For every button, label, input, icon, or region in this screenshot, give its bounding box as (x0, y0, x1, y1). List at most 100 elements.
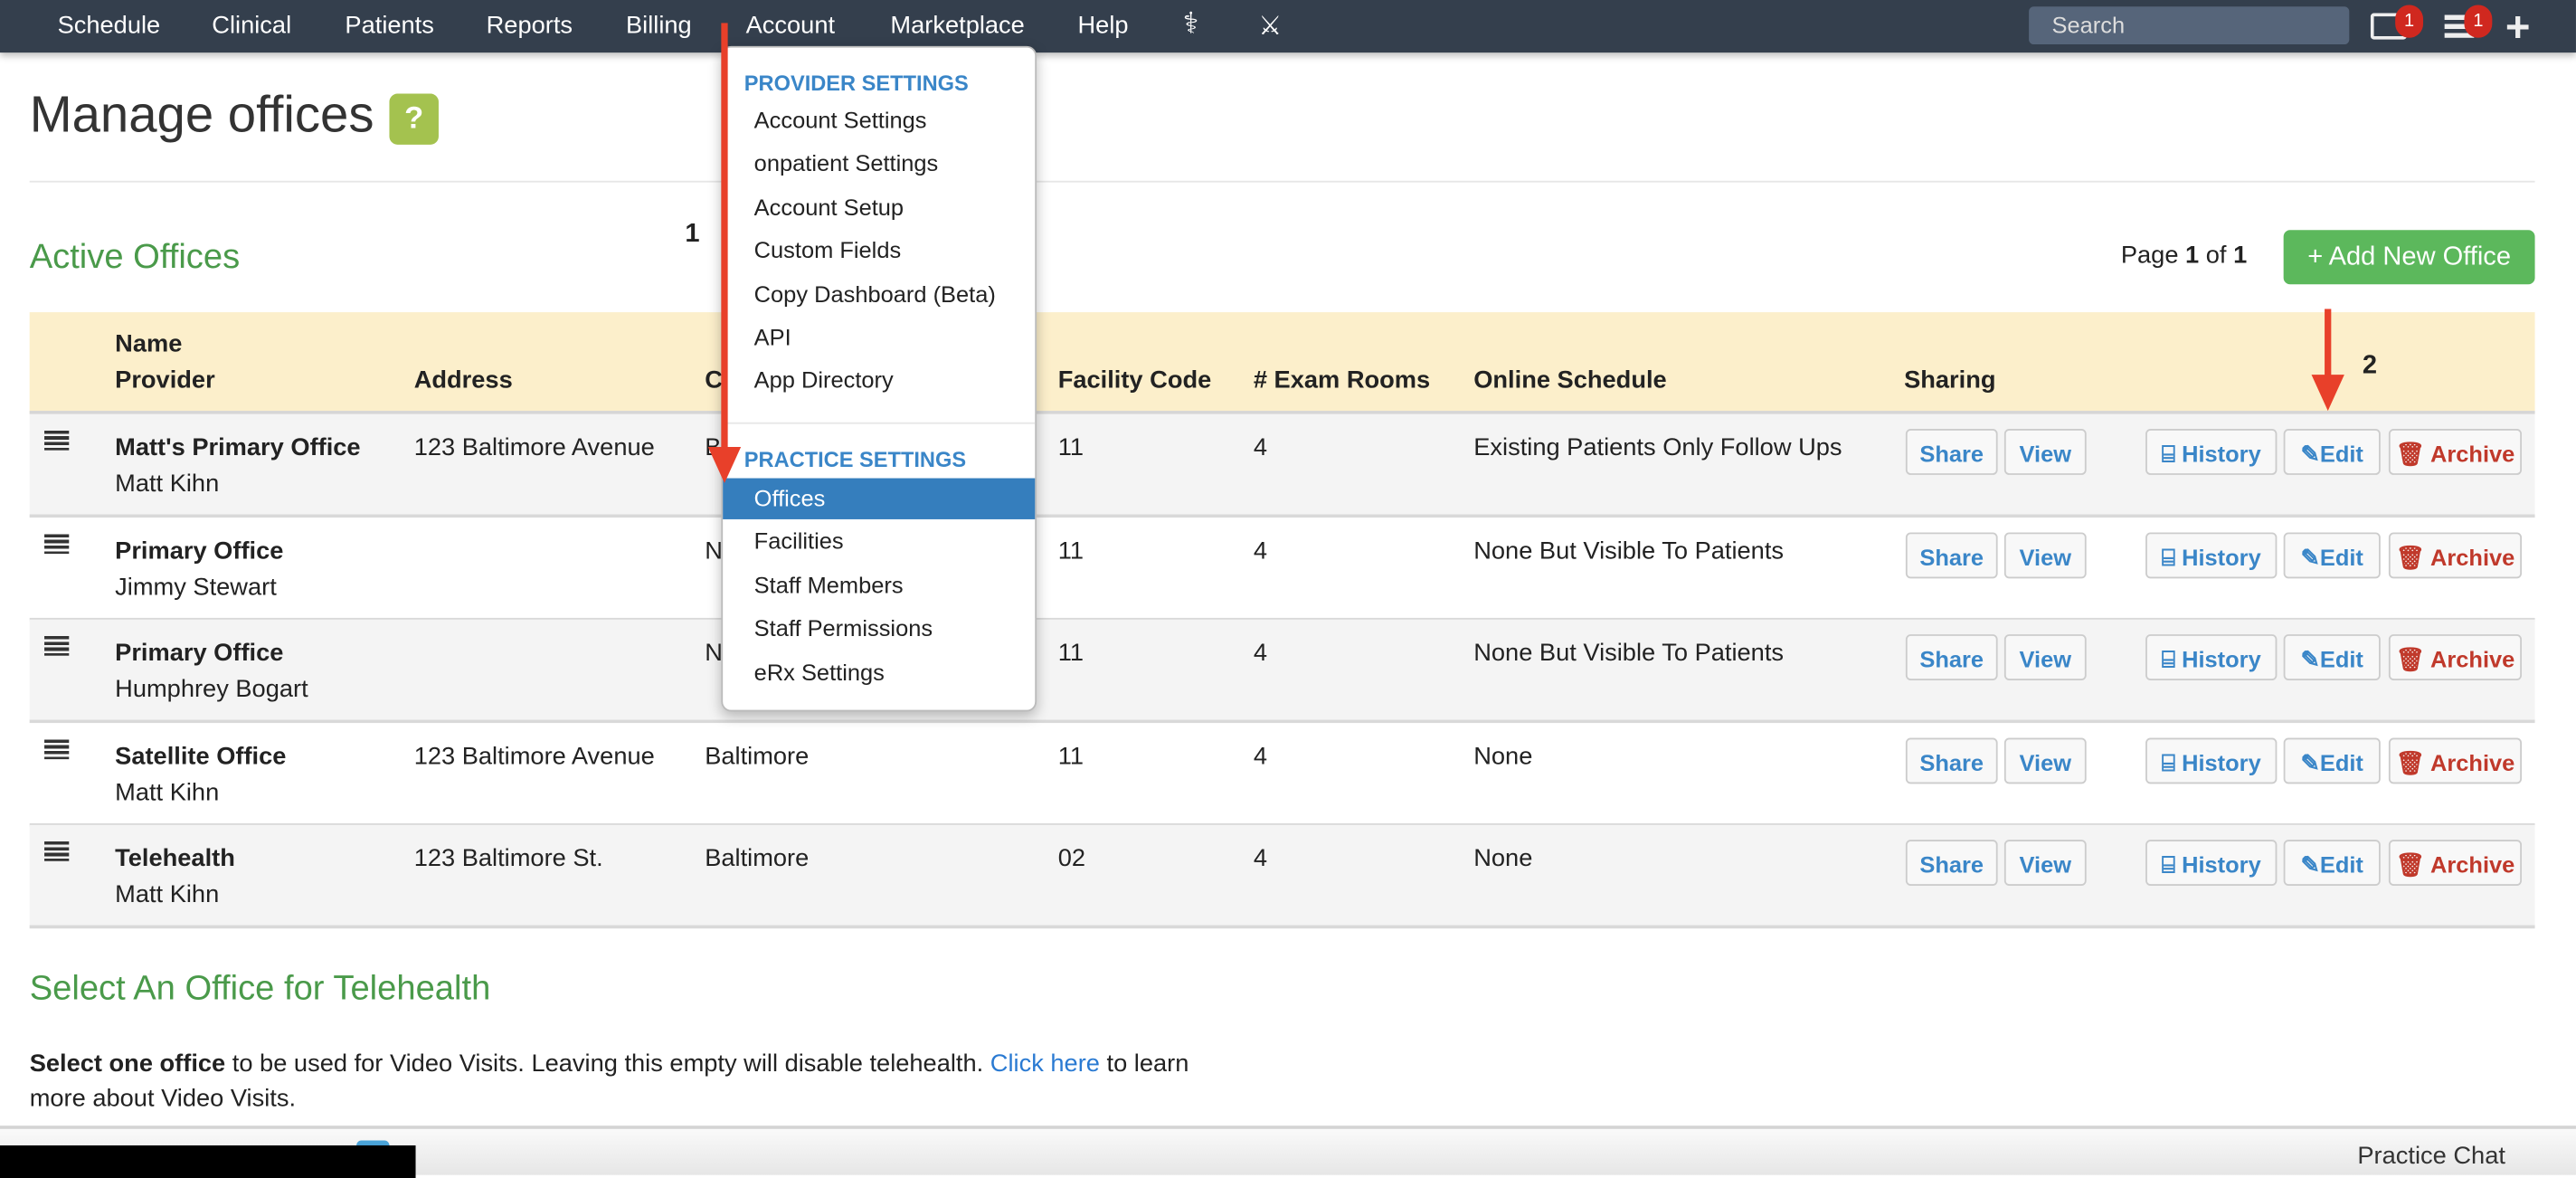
nav-account[interactable]: Account (746, 12, 835, 40)
history-button[interactable]: ⌸ History (2145, 840, 2278, 887)
edit-button[interactable]: ✎Edit (2283, 531, 2381, 578)
cell-name: Matt's Primary Office (115, 433, 361, 462)
drag-handle-list-icon[interactable] (44, 533, 70, 554)
history-label: History (2182, 851, 2261, 879)
pagination: Page 1 of 1 (2121, 242, 2247, 270)
nav-marketplace[interactable]: Marketplace (890, 12, 1024, 40)
cell-provider: Matt Kihn (115, 881, 220, 910)
plus-icon[interactable]: + (2505, 5, 2531, 47)
telehealth-description: Select one office to be used for Video V… (30, 1047, 1213, 1116)
archive-label: Archive (2430, 748, 2515, 775)
edit-button[interactable]: ✎Edit (2283, 737, 2381, 784)
arrow-2-head (2311, 375, 2344, 412)
cell-exam-rooms: 4 (1253, 639, 1267, 668)
drag-handle-list-icon[interactable] (44, 841, 70, 862)
menu-item-api[interactable]: API (723, 318, 1035, 358)
cell-city: N (705, 537, 723, 565)
arrow-1-head (707, 447, 742, 483)
menu-item-account-setup[interactable]: Account Setup (723, 187, 1035, 228)
edit-button[interactable]: ✎Edit (2283, 634, 2381, 681)
menu-item-app-directory[interactable]: App Directory (723, 360, 1035, 401)
drag-handle-list-icon[interactable] (44, 636, 70, 657)
archive-button[interactable]: 🗑︎ Archive (2388, 429, 2523, 475)
share-button[interactable]: Share (1905, 840, 1998, 887)
pencil-icon: ✎ (2300, 440, 2320, 467)
share-button[interactable]: Share (1905, 634, 1998, 681)
share-button[interactable]: Share (1905, 531, 1998, 578)
menu-item-offices[interactable]: Offices (723, 478, 1036, 519)
view-button[interactable]: View (2003, 634, 2087, 681)
pagination-prefix: Page (2120, 241, 2186, 270)
help-button[interactable]: ? (389, 93, 439, 145)
menu-item-copy-dashboard-beta[interactable]: Copy Dashboard (Beta) (723, 274, 1035, 315)
archive-label: Archive (2430, 543, 2515, 570)
add-new-office-button[interactable]: + Add New Office (2283, 230, 2535, 285)
menu-item-erx-settings[interactable]: eRx Settings (723, 651, 1035, 692)
share-button[interactable]: Share (1905, 737, 1998, 784)
nav-billing[interactable]: Billing (626, 12, 692, 40)
menu-item-account-settings[interactable]: Account Settings (723, 100, 1035, 141)
nav-schedule[interactable]: Schedule (58, 12, 161, 40)
menu-item-onpatient-settings[interactable]: onpatient Settings (723, 144, 1035, 185)
archive-button[interactable]: 🗑︎ Archive (2388, 840, 2523, 887)
history-label: History (2182, 543, 2261, 570)
menu-item-staff-permissions[interactable]: Staff Permissions (723, 608, 1035, 649)
share-button[interactable]: Share (1905, 429, 1998, 475)
caduceus-icon[interactable]: ⚕ (1183, 6, 1199, 41)
nav-reports[interactable]: Reports (487, 12, 573, 40)
menu-item-custom-fields[interactable]: Custom Fields (723, 231, 1035, 271)
cell-city: Baltimore (705, 845, 810, 874)
scissors-icon[interactable]: ⚔ (1258, 10, 1282, 43)
top-nav: Schedule Clinical Patients Reports Billi… (0, 0, 2576, 53)
pagination-total: 1 (2233, 241, 2248, 270)
history-button[interactable]: ⌸ History (2145, 429, 2278, 475)
history-button[interactable]: ⌸ History (2145, 737, 2278, 784)
annotation-label-1: 1 (685, 220, 700, 249)
view-button[interactable]: View (2003, 429, 2087, 475)
divider (29, 180, 2535, 183)
trash-icon: 🗑︎ (2395, 748, 2431, 775)
nav-clinical[interactable]: Clinical (212, 12, 291, 40)
archive-button[interactable]: 🗑︎ Archive (2388, 531, 2523, 578)
table-row: Matt's Primary Office 123 Baltimore Avenu… (29, 413, 2535, 518)
drag-handle-list-icon[interactable] (44, 738, 70, 759)
edit-button[interactable]: ✎Edit (2283, 840, 2381, 887)
archive-button[interactable]: 🗑︎ Archive (2388, 634, 2523, 681)
hdd-icon: ⌸ (2161, 851, 2183, 879)
archive-label: Archive (2430, 440, 2515, 467)
history-button[interactable]: ⌸ History (2145, 531, 2278, 578)
dropdown-divider (723, 422, 1036, 424)
click-here-link[interactable]: Click here (990, 1050, 1100, 1078)
trash-icon: 🗑︎ (2395, 440, 2431, 467)
archive-button[interactable]: 🗑︎ Archive (2388, 737, 2523, 784)
view-button[interactable]: View (2003, 737, 2087, 784)
hdd-icon: ⌸ (2161, 748, 2183, 775)
cell-exam-rooms: 4 (1253, 742, 1267, 771)
menu-item-facilities[interactable]: Facilities (723, 521, 1035, 562)
edit-button[interactable]: ✎Edit (2283, 429, 2381, 475)
search-input[interactable]: Search (2029, 6, 2350, 45)
header-exam-rooms: # Exam Rooms (1253, 366, 1431, 394)
cell-city: Baltimore (705, 742, 810, 771)
nav-help[interactable]: Help (1077, 12, 1128, 40)
drag-handle-list-icon[interactable] (44, 430, 70, 451)
pagination-current: 1 (2185, 241, 2200, 270)
table-row: Telehealth 123 Baltimore St. Baltimore 02 4 N… (29, 825, 2535, 929)
bottom-bar: Practice Chat (0, 1126, 2576, 1178)
nav-patients[interactable]: Patients (345, 12, 433, 40)
edit-label: Edit (2319, 851, 2363, 879)
header-facility-code: Facility Code (1057, 366, 1212, 394)
cell-name: Primary Office (115, 639, 284, 668)
messages-badge: 1 (2395, 5, 2424, 38)
practice-chat-button[interactable]: Practice Chat (2357, 1142, 2505, 1170)
history-button[interactable]: ⌸ History (2145, 634, 2278, 681)
header-provider: Provider (115, 366, 215, 394)
cell-online-schedule: None (1473, 845, 1533, 874)
archive-label: Archive (2430, 646, 2515, 673)
view-button[interactable]: View (2003, 840, 2087, 887)
menu-item-staff-members[interactable]: Staff Members (723, 565, 1035, 605)
cell-facility-code: 11 (1057, 742, 1084, 771)
annotation-arrow-1 (721, 23, 728, 454)
cell-facility-code: 11 (1057, 433, 1084, 462)
view-button[interactable]: View (2003, 531, 2087, 578)
